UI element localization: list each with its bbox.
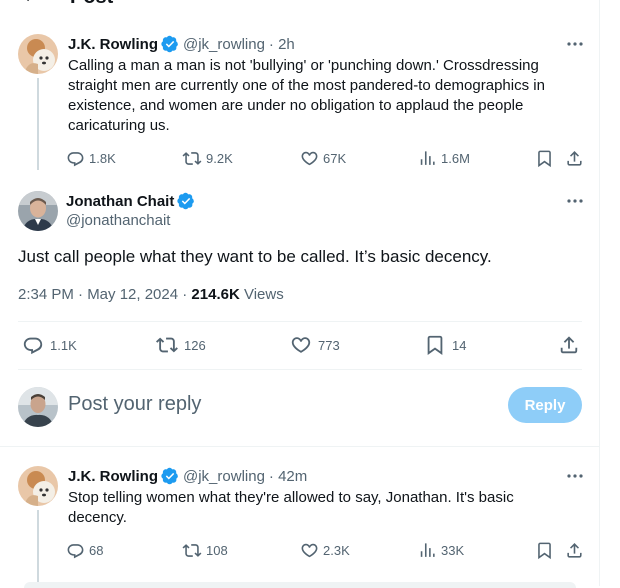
- author-line: Jonathan Chait: [66, 192, 199, 210]
- post-meta: 2:34 PM · May 12, 2024 · 214.6K Views: [18, 286, 284, 303]
- author-name[interactable]: J.K. Rowling: [68, 36, 158, 53]
- heart-icon: [291, 337, 311, 353]
- like-action[interactable]: 773: [290, 334, 340, 356]
- bookmark-icon[interactable]: [535, 149, 554, 168]
- more-options-icon[interactable]: [565, 36, 585, 52]
- view-count: 1.6M: [441, 151, 470, 166]
- post-text: Calling a man a man is not 'bullying' or…: [68, 57, 545, 134]
- analytics-icon: [420, 543, 435, 557]
- post-time[interactable]: · 2h: [269, 36, 295, 53]
- like-count: 67K: [323, 151, 347, 166]
- like-action[interactable]: 2.3K: [300, 541, 350, 560]
- share-icon[interactable]: [565, 149, 584, 168]
- reply-action[interactable]: 1.1K: [22, 334, 77, 356]
- like-count: 2.3K: [323, 543, 350, 558]
- back-arrow-icon[interactable]: [18, 0, 38, 9]
- heart-icon: [301, 151, 318, 166]
- repost-icon: [182, 152, 202, 165]
- repost-count: 108: [206, 543, 228, 558]
- reply-icon: [67, 544, 84, 559]
- reply-count: 1.1K: [50, 337, 77, 353]
- views-action[interactable]: 1.6M: [418, 149, 470, 168]
- like-count: 773: [318, 337, 340, 353]
- bookmark-action[interactable]: 14: [424, 334, 466, 356]
- avatar[interactable]: [18, 34, 58, 74]
- view-count: 33K: [441, 543, 465, 558]
- more-options-icon[interactable]: [565, 468, 585, 484]
- next-post-card-edge: [24, 582, 576, 588]
- share-icon[interactable]: [558, 334, 580, 356]
- post-time[interactable]: · 42m: [269, 468, 307, 485]
- page-title: Post: [70, 0, 113, 9]
- like-action[interactable]: 67K: [300, 149, 346, 168]
- repost-count: 126: [184, 337, 206, 353]
- share-icon[interactable]: [565, 541, 584, 560]
- thread-line: [37, 510, 39, 586]
- avatar[interactable]: [18, 191, 58, 231]
- repost-icon: [182, 544, 202, 557]
- repost-count: 9.2K: [206, 151, 233, 166]
- author-handle[interactable]: @jk_rowling: [183, 36, 265, 53]
- reply-input[interactable]: Post your reply: [68, 393, 201, 416]
- author-line: J.K. Rowling @jk_rowling · 2h: [68, 35, 295, 53]
- reply-count: 1.8K: [89, 151, 116, 166]
- repost-action[interactable]: 9.2K: [182, 149, 233, 168]
- views-label: Views: [239, 286, 284, 303]
- post-timestamp[interactable]: 2:34 PM · May 12, 2024 ·: [18, 286, 191, 303]
- bookmark-icon[interactable]: [535, 541, 554, 560]
- author-handle[interactable]: @jk_rowling: [183, 468, 265, 485]
- author-line: J.K. Rowling @jk_rowling · 42m: [68, 467, 307, 485]
- author-name[interactable]: J.K. Rowling: [68, 468, 158, 485]
- reply-icon: [67, 152, 84, 167]
- more-options-icon[interactable]: [565, 193, 585, 209]
- author-handle[interactable]: @jonathanchait: [66, 212, 170, 229]
- divider: [0, 446, 600, 447]
- views-count: 214.6K: [191, 286, 240, 303]
- reply-action[interactable]: 1.8K: [66, 149, 116, 168]
- views-action[interactable]: 33K: [418, 541, 464, 560]
- bookmark-icon: [427, 335, 443, 355]
- reply-icon: [23, 337, 43, 355]
- avatar[interactable]: [18, 466, 58, 506]
- heart-icon: [301, 543, 318, 558]
- reply-count: 68: [89, 543, 104, 558]
- analytics-icon: [420, 151, 435, 165]
- repost-action[interactable]: 108: [182, 541, 228, 560]
- bookmark-count: 14: [452, 337, 467, 353]
- reply-button[interactable]: Reply: [508, 387, 582, 423]
- thread-line: [37, 78, 39, 170]
- verified-badge-icon: [161, 35, 179, 53]
- repost-icon: [156, 337, 178, 353]
- avatar: [18, 387, 58, 427]
- divider: [18, 321, 582, 322]
- post-text: Just call people what they want to be ca…: [18, 247, 492, 266]
- post-column: Post J.K. Rowling @jk_rowling · 2h Calli…: [0, 0, 600, 588]
- verified-badge-icon: [161, 467, 179, 485]
- verified-badge-icon: [177, 192, 195, 210]
- post-text: Stop telling women what they're allowed …: [68, 489, 514, 526]
- reply-action[interactable]: 68: [66, 541, 103, 560]
- repost-action[interactable]: 126: [156, 334, 206, 356]
- author-name[interactable]: Jonathan Chait: [66, 193, 174, 210]
- divider: [18, 369, 582, 370]
